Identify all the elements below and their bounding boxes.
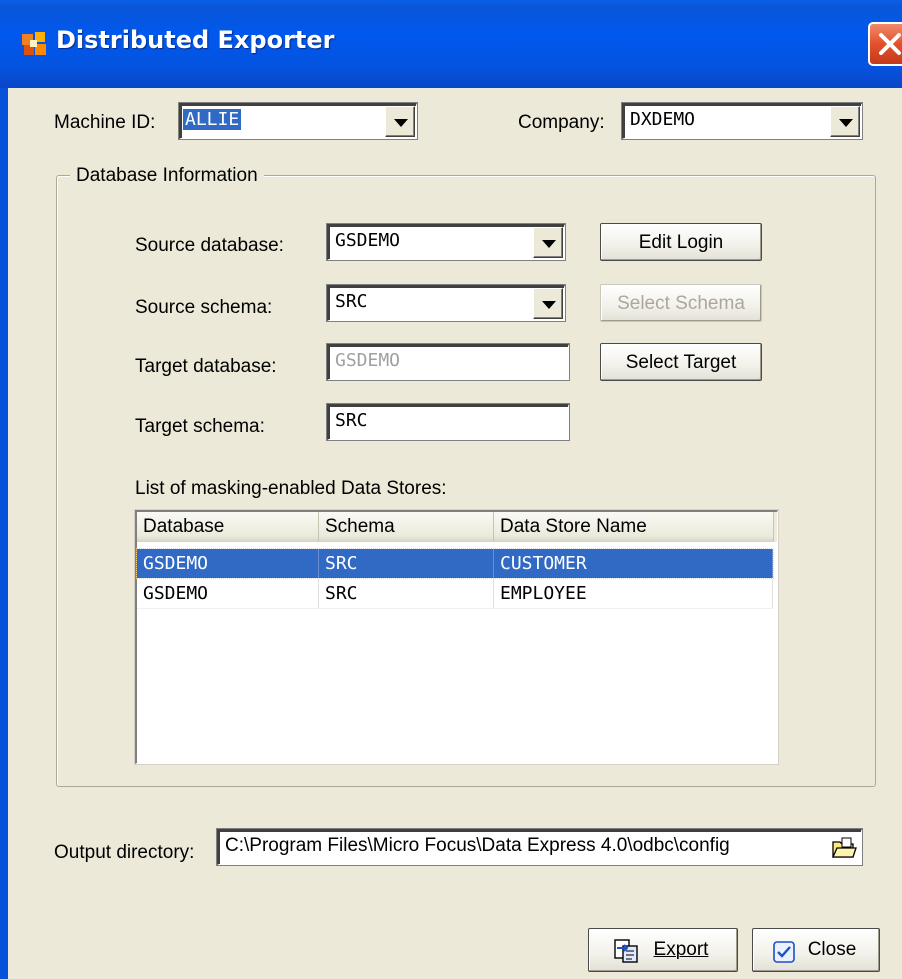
source-database-select[interactable]: GSDEMO [326,223,566,261]
target-database-label: Target database: [135,356,277,377]
target-schema-input[interactable]: SRC [326,403,570,441]
source-database-dropdown-button[interactable] [533,227,563,258]
close-label: Close [807,939,857,960]
title-bar[interactable]: Distributed Exporter [0,0,902,88]
column-header-data-store-name[interactable]: Data Store Name [494,512,774,542]
select-schema-label: Select Schema [617,293,745,314]
distributed-exporter-window: Distributed Exporter Machine ID: ALLIE C… [0,0,902,979]
source-schema-select[interactable]: SRC [326,284,566,322]
source-schema-dropdown-button[interactable] [533,288,563,319]
export-button[interactable]: Export [588,928,738,972]
column-header-database[interactable]: Database [137,512,319,542]
source-database-value: GSDEMO [335,230,401,251]
window-title: Distributed Exporter [56,26,335,54]
close-button[interactable]: Close [752,928,880,972]
target-database-field: GSDEMO [326,343,570,381]
data-stores-list[interactable]: Database Schema Data Store Name GSDEMO S… [134,509,779,765]
list-header: Database Schema Data Store Name [137,512,777,542]
window-close-button[interactable] [868,22,902,66]
export-icon [614,939,638,963]
output-directory-input[interactable]: C:\Program Files\Micro Focus\Data Expres… [216,828,863,866]
select-schema-button[interactable]: Select Schema [600,284,762,322]
select-target-label: Select Target [625,352,737,373]
table-cell: SRC [319,549,494,578]
machine-id-dropdown-button[interactable] [385,106,415,137]
table-cell: EMPLOYEE [494,579,773,608]
data-stores-list-label: List of masking-enabled Data Stores: [135,478,447,499]
company-value: DXDEMO [630,109,696,130]
database-information-title: Database Information [70,165,264,187]
source-schema-label: Source schema: [135,297,273,318]
row-divider [137,608,773,609]
window-frame-left [0,88,8,979]
close-icon [879,33,901,55]
company-select[interactable]: DXDEMO [621,102,863,140]
target-schema-value: SRC [335,410,368,431]
table-cell: GSDEMO [137,549,319,578]
target-database-value: GSDEMO [335,350,401,371]
output-directory-label: Output directory: [54,842,195,863]
edit-login-label: Edit Login [638,232,724,253]
table-row[interactable]: GSDEMO SRC CUSTOMER [136,548,774,579]
company-label: Company: [518,112,605,133]
table-cell: CUSTOMER [494,549,773,578]
table-cell: SRC [319,579,494,608]
column-header-schema[interactable]: Schema [319,512,494,542]
target-schema-label: Target schema: [135,416,265,437]
export-label: Export [653,939,709,960]
edit-login-button[interactable]: Edit Login [600,223,762,261]
table-cell: GSDEMO [137,579,319,608]
output-directory-value: C:\Program Files\Micro Focus\Data Expres… [225,835,730,856]
source-schema-value: SRC [335,291,368,312]
table-row[interactable]: GSDEMO SRC EMPLOYEE [137,579,773,608]
company-dropdown-button[interactable] [830,106,860,137]
select-target-button[interactable]: Select Target [600,343,762,381]
machine-id-label: Machine ID: [54,112,156,133]
checkmark-icon [773,941,795,963]
machine-id-value: ALLIE [183,109,242,130]
app-icon [22,32,46,55]
folder-browse-icon[interactable] [831,836,857,860]
source-database-label: Source database: [135,235,284,256]
machine-id-select[interactable]: ALLIE [178,102,418,140]
